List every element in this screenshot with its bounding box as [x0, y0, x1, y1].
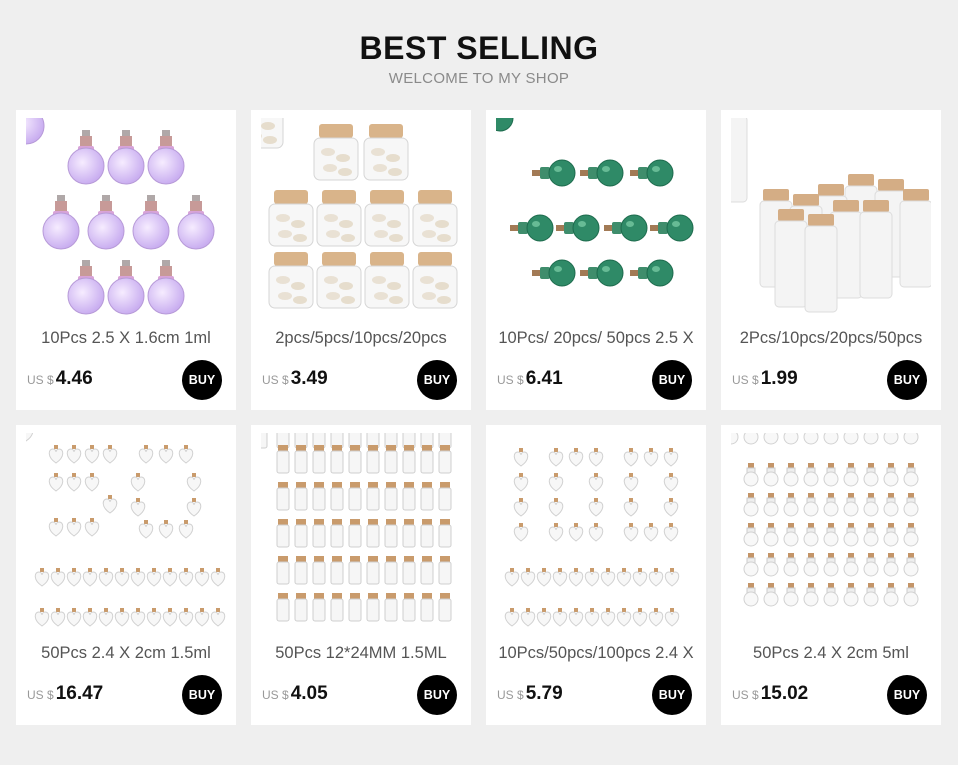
- buy-button[interactable]: BUY: [417, 675, 457, 715]
- product-name[interactable]: 10Pcs 2.5 X 1.6cm 1ml: [16, 329, 236, 348]
- product-photo-heart-vials-100: [504, 447, 680, 627]
- price: US $5.79: [497, 683, 563, 705]
- product-name[interactable]: 50Pcs 2.4 X 2cm 1.5ml: [16, 644, 236, 663]
- price: US $15.02: [732, 683, 808, 705]
- buy-button[interactable]: BUY: [652, 675, 692, 715]
- currency-label: US $: [497, 688, 524, 702]
- product-photo-mini-vials-grid: [261, 433, 452, 633]
- product-name[interactable]: 10Pcs/ 20pcs/ 50pcs 2.5 X: [486, 329, 706, 348]
- product-photo-cork-jars-with-pills: [261, 118, 458, 309]
- product-name[interactable]: 2Pcs/10pcs/20pcs/50pcs: [721, 329, 941, 348]
- product-photo-green-bottles: [496, 118, 694, 287]
- product-photo-purple-bottles: [26, 118, 215, 315]
- product-card[interactable]: 2Pcs/10pcs/20pcs/50pcs US $1.99 BUY: [721, 110, 941, 410]
- product-image[interactable]: [261, 118, 461, 318]
- product-image[interactable]: [261, 433, 461, 633]
- buy-button[interactable]: BUY: [182, 360, 222, 400]
- price-value: 15.02: [760, 683, 809, 704]
- product-image[interactable]: [496, 118, 696, 318]
- currency-label: US $: [497, 373, 524, 387]
- price: US $4.46: [27, 368, 93, 390]
- product-card[interactable]: 10Pcs 2.5 X 1.6cm 1ml US $4.46 BUY: [16, 110, 236, 410]
- product-card[interactable]: 50Pcs 2.4 X 2cm 5ml US $15.02 BUY: [721, 425, 941, 725]
- buy-button[interactable]: BUY: [887, 360, 927, 400]
- product-card[interactable]: 50Pcs 2.4 X 2cm 1.5ml US $16.47 BUY: [16, 425, 236, 725]
- product-photo-round-vials-grid: [731, 433, 919, 633]
- price: US $1.99: [732, 368, 798, 390]
- product-photo-tall-cork-vials: [731, 118, 931, 313]
- price-value: 4.46: [55, 368, 93, 389]
- currency-label: US $: [262, 688, 289, 702]
- price-value: 6.41: [525, 368, 563, 389]
- price-value: 16.47: [55, 683, 104, 704]
- product-image[interactable]: [26, 433, 226, 633]
- price: US $16.47: [27, 683, 103, 705]
- buy-button[interactable]: BUY: [182, 675, 222, 715]
- product-card[interactable]: 2pcs/5pcs/10pcs/20pcs US $3.49 BUY: [251, 110, 471, 410]
- price-value: 5.79: [525, 683, 563, 704]
- price-value: 3.49: [290, 368, 328, 389]
- currency-label: US $: [27, 688, 54, 702]
- product-photo-heart-vials-50: [26, 433, 226, 627]
- price: US $6.41: [497, 368, 563, 390]
- buy-button[interactable]: BUY: [887, 675, 927, 715]
- currency-label: US $: [732, 688, 759, 702]
- product-card[interactable]: 10Pcs/ 20pcs/ 50pcs 2.5 X US $6.41 BUY: [486, 110, 706, 410]
- currency-label: US $: [27, 373, 54, 387]
- price: US $3.49: [262, 368, 328, 390]
- buy-button[interactable]: BUY: [652, 360, 692, 400]
- product-name[interactable]: 10Pcs/50pcs/100pcs 2.4 X: [486, 644, 706, 663]
- product-name[interactable]: 50Pcs 12*24MM 1.5ML: [251, 644, 471, 663]
- price: US $4.05: [262, 683, 328, 705]
- currency-label: US $: [732, 373, 759, 387]
- section-title: BEST SELLING: [359, 30, 599, 66]
- price-value: 4.05: [290, 683, 328, 704]
- price-value: 1.99: [760, 368, 798, 389]
- product-image[interactable]: [731, 433, 931, 633]
- buy-button[interactable]: BUY: [417, 360, 457, 400]
- section-subtitle: WELCOME TO MY SHOP: [388, 70, 570, 87]
- product-image[interactable]: [26, 118, 226, 318]
- product-card[interactable]: 50Pcs 12*24MM 1.5ML US $4.05 BUY: [251, 425, 471, 725]
- product-image[interactable]: [731, 118, 931, 318]
- currency-label: US $: [262, 373, 289, 387]
- product-name[interactable]: 50Pcs 2.4 X 2cm 5ml: [721, 644, 941, 663]
- product-card[interactable]: 10Pcs/50pcs/100pcs 2.4 X US $5.79 BUY: [486, 425, 706, 725]
- product-image[interactable]: [496, 433, 696, 633]
- product-name[interactable]: 2pcs/5pcs/10pcs/20pcs: [251, 329, 471, 348]
- section-header: BEST SELLING WELCOME TO MY SHOP: [0, 28, 958, 87]
